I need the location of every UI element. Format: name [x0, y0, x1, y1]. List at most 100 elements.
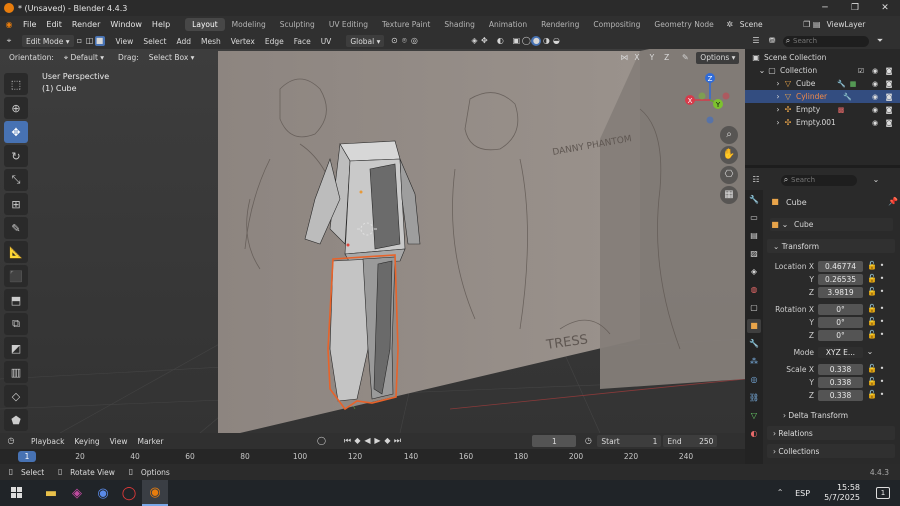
tab-sculpting[interactable]: Sculpting [273, 18, 322, 31]
tab-layout[interactable]: Layout [185, 18, 225, 31]
object-tab-icon[interactable]: ■ [747, 319, 761, 333]
camera-icon[interactable]: ◙ [885, 67, 893, 75]
rotation-z-field[interactable]: 0° [818, 329, 863, 341]
mirror-axis-x[interactable]: X [629, 53, 644, 62]
delta-transform-header[interactable]: › Delta Transform [777, 408, 895, 422]
camera-icon[interactable]: ◙ [885, 106, 893, 114]
app-icon[interactable]: ◈ [64, 480, 90, 506]
eye-icon[interactable]: ◉ [871, 93, 879, 101]
keyframe-dot-icon[interactable]: • [877, 261, 887, 271]
start-frame-field[interactable]: Start 1 [597, 435, 662, 447]
modifier-tab-icon[interactable]: 🔧 [747, 337, 761, 351]
scene-tab-icon[interactable]: ◈ [747, 265, 761, 279]
eye-icon[interactable]: ◉ [871, 80, 879, 88]
rotation-mode-select[interactable]: XYZ E... [818, 346, 863, 358]
wireframe-shading-icon[interactable]: ◯ [521, 36, 531, 46]
expand-arrow-icon[interactable]: ⌄ [757, 66, 767, 76]
maximize-icon[interactable]: ❐ [840, 0, 870, 16]
menu-face[interactable]: Face [289, 37, 316, 46]
editor-type-icon[interactable]: ⌖ [4, 36, 14, 46]
navigation-gizmo[interactable]: Z Y X [680, 70, 740, 130]
outliner-editor-icon[interactable]: ☰ [751, 36, 761, 46]
checkbox-icon[interactable]: ☑ [857, 67, 865, 75]
edge-select-icon[interactable]: ◫ [85, 36, 95, 46]
tab-rendering[interactable]: Rendering [534, 18, 586, 31]
poly-build-tool-icon[interactable]: ⬟ [4, 409, 28, 431]
particles-tab-icon[interactable]: ⁂ [747, 355, 761, 369]
bevel-tool-icon[interactable]: ◩ [4, 337, 28, 359]
cursor-tool-icon[interactable]: ⊕ [4, 97, 28, 119]
eye-icon[interactable]: ◉ [871, 67, 879, 75]
proportional-icon[interactable]: ◎ [409, 36, 419, 46]
outliner-row-empty-001[interactable]: › ✣ Empty.001 ◉ ◙ [745, 116, 900, 129]
menu-view[interactable]: View [111, 37, 139, 46]
windows-start-icon[interactable] [4, 480, 30, 506]
blender-menu-icon[interactable]: ◉ [4, 20, 14, 30]
menu-window[interactable]: Window [105, 20, 147, 29]
render-tab-icon[interactable]: ▭ [747, 211, 761, 225]
camera-icon[interactable]: ◙ [885, 119, 893, 127]
properties-editor-icon[interactable]: ☷ [751, 175, 761, 185]
add-cube-tool-icon[interactable]: ⬛ [4, 265, 28, 287]
lock-icon[interactable]: 🔓 [867, 261, 877, 271]
prev-keyframe-icon[interactable]: ◆ [352, 436, 362, 446]
timeline-ruler[interactable]: 1 20 40 60 80 100 120 140 160 180 200 22… [0, 449, 745, 464]
file-explorer-icon[interactable]: ▬ [38, 480, 64, 506]
visibility-icon[interactable]: ◈ [469, 36, 479, 46]
mirror-axis-z[interactable]: Z [659, 53, 674, 62]
rotation-x-field[interactable]: 0° [818, 303, 863, 315]
jump-start-icon[interactable]: ⏮ [342, 436, 352, 446]
view-layer-selector[interactable]: ViewLayer [822, 20, 871, 29]
pan-hand-icon[interactable]: ✋ [720, 146, 738, 164]
overlay-icon[interactable]: ◐ [495, 36, 505, 46]
expand-arrow-icon[interactable]: › [773, 105, 783, 115]
transform-panel-header[interactable]: ⌄ Transform [767, 239, 895, 253]
outliner-row-empty[interactable]: › ✣ Empty ▩ ◉ ◙ [745, 103, 900, 116]
gizmo-toggle-icon[interactable]: ✥ [479, 36, 489, 46]
mirror-icon[interactable]: ⋈ [619, 53, 629, 63]
expand-arrow-icon[interactable]: › [773, 118, 783, 128]
menu-mesh[interactable]: Mesh [196, 37, 226, 46]
relations-panel-header[interactable]: › Relations [767, 426, 895, 440]
menu-select[interactable]: Select [138, 37, 171, 46]
lock-icon[interactable]: 🔓 [867, 377, 877, 387]
expand-arrow-icon[interactable]: › [773, 92, 783, 102]
scene-selector[interactable]: Scene [735, 20, 768, 29]
copy-icon[interactable]: ❐ [802, 20, 812, 30]
tab-compositing[interactable]: Compositing [586, 18, 647, 31]
play-icon[interactable]: ▶ [372, 436, 382, 446]
timeline-editor-icon[interactable]: ◷ [6, 436, 16, 446]
rendered-shading-icon[interactable]: ◒ [551, 36, 561, 46]
tab-geometry-nodes[interactable]: Geometry Node [647, 18, 720, 31]
outliner-row-cube[interactable]: › ▽ Cube 🔧 ▦ ◉ ◙ [745, 77, 900, 90]
rotate-tool-icon[interactable]: ↻ [4, 145, 28, 167]
outliner-row-collection[interactable]: ⌄ ▢ Collection ☑ ◉ ◙ [745, 64, 900, 77]
drag-selector[interactable]: Select Box ▾ [145, 52, 199, 64]
keyframe-dot-icon[interactable]: • [877, 390, 887, 400]
chevron-down-icon[interactable]: ⌄ [865, 347, 875, 357]
view-layer-tab-icon[interactable]: ▨ [747, 247, 761, 261]
perspective-toggle-icon[interactable]: ▦ [720, 186, 738, 204]
keyframe-dot-icon[interactable]: • [877, 274, 887, 284]
eye-icon[interactable]: ◉ [871, 119, 879, 127]
data-tab-icon[interactable]: ▽ [747, 409, 761, 423]
pivot-icon[interactable]: ⊙ [389, 36, 399, 46]
datablock-field[interactable]: ■ ⌄ Cube [770, 218, 893, 231]
physics-tab-icon[interactable]: ◎ [747, 373, 761, 387]
collections-panel-header[interactable]: › Collections [767, 444, 895, 458]
image-icon[interactable]: ▩ [837, 106, 845, 114]
menu-help[interactable]: Help [147, 20, 175, 29]
menu-keying[interactable]: Keying [69, 437, 104, 446]
tab-uv-editing[interactable]: UV Editing [322, 18, 375, 31]
tool-settings-icon[interactable]: ✎ [680, 53, 690, 63]
close-icon[interactable]: ✕ [870, 0, 900, 16]
menu-playback[interactable]: Playback [26, 437, 69, 446]
lock-icon[interactable]: 🔓 [867, 390, 877, 400]
outliner-search[interactable]: ⌕ Search [783, 35, 869, 47]
3d-viewport[interactable]: DANNY PHANTOM TRESS [0, 49, 745, 433]
play-reverse-icon[interactable]: ◀ [362, 436, 372, 446]
menu-render[interactable]: Render [67, 20, 105, 29]
constraints-tab-icon[interactable]: ⛓ [747, 391, 761, 405]
notification-icon[interactable]: 1 [876, 487, 890, 499]
transform-tool-icon[interactable]: ⊞ [4, 193, 28, 215]
